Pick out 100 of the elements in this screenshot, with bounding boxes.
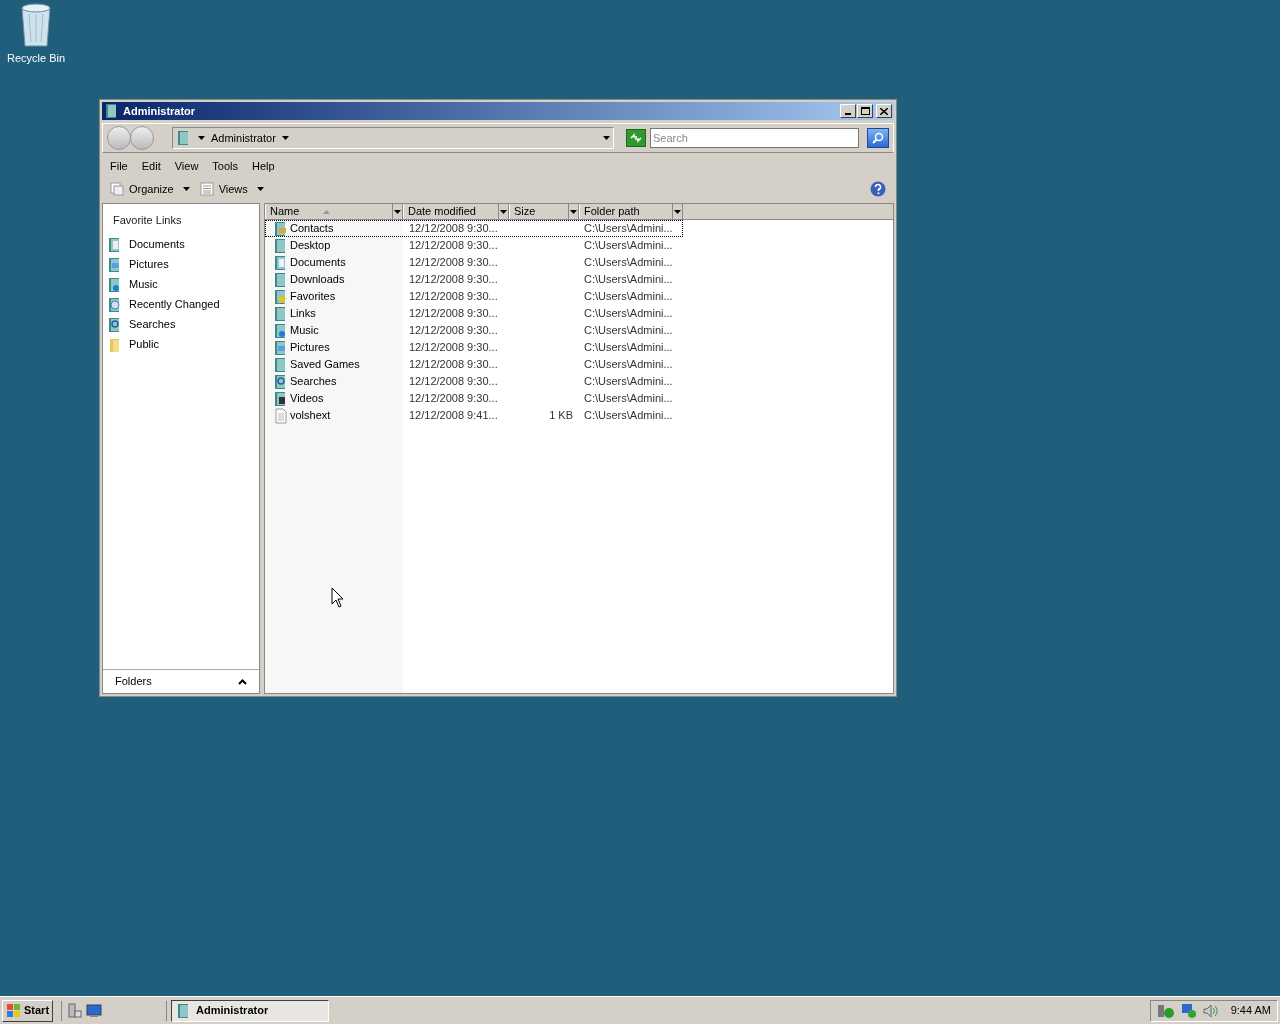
speaker-icon[interactable] — [1202, 1003, 1219, 1018]
date-cell-text: 12/12/2008 9:30... — [408, 374, 499, 390]
caret-icon — [674, 209, 681, 214]
windows-logo-icon — [6, 1002, 22, 1019]
file-row[interactable]: Videos 12/12/2008 9:30... C:\Users\Admini... — [265, 390, 683, 407]
caret-icon — [256, 187, 264, 191]
date-cell-text: 12/12/2008 9:30... — [408, 323, 499, 339]
menu-item[interactable]: View — [168, 157, 205, 175]
date-cell-text: 12/12/2008 9:30... — [408, 306, 499, 322]
refresh-button[interactable] — [626, 129, 646, 147]
file-name: volshext — [290, 408, 331, 424]
path-cell-text: C:\Users\Admini... — [583, 238, 674, 254]
toolbar-button[interactable]: Organize — [110, 180, 190, 198]
file-name: Desktop — [290, 238, 331, 254]
desktop-icon-label[interactable]: Recycle Bin — [6, 50, 66, 67]
file-name: Pictures — [290, 340, 330, 356]
favorite-link[interactable]: Public — [103, 334, 259, 355]
caret-icon — [603, 136, 610, 140]
favorite-link[interactable]: Searches — [103, 314, 259, 335]
help-icon[interactable] — [870, 181, 886, 197]
cursor-icon — [331, 587, 344, 608]
menu-item[interactable]: Help — [246, 157, 281, 175]
minimize-button[interactable] — [840, 104, 856, 118]
date-cell-text: 12/12/2008 9:30... — [408, 357, 499, 373]
favorite-link[interactable]: Recently Changed — [103, 294, 259, 315]
file-row[interactable]: Downloads 12/12/2008 9:30... C:\Users\Admini... — [265, 271, 683, 288]
column-header[interactable]: Size — [509, 204, 579, 219]
arrows-icon — [630, 133, 642, 143]
menu-item[interactable]: Edit — [135, 157, 167, 175]
sort-arrow-icon — [322, 209, 330, 214]
folders-bar[interactable]: Folders — [103, 669, 259, 693]
path-cell-text: C:\Users\Admini... — [583, 323, 674, 339]
path-cell-text: C:\Users\Admini... — [583, 340, 674, 356]
file-row[interactable]: Favorites 12/12/2008 9:30... C:\Users\Admini... — [265, 288, 683, 305]
pane-heading: Favorite Links — [112, 213, 183, 228]
search-icon — [872, 132, 884, 144]
file-name: Links — [290, 306, 316, 322]
column-header[interactable]: Date modified — [403, 204, 509, 219]
size-cell-text: 1 KB — [548, 408, 574, 424]
column-header[interactable]: Name — [265, 204, 403, 219]
path-cell-text: C:\Users\Admini... — [583, 255, 674, 271]
file-name: Videos — [290, 391, 324, 407]
caret-icon — [182, 187, 190, 191]
path-cell-text: C:\Users\Admini... — [583, 272, 674, 288]
date-cell-text: 12/12/2008 9:30... — [408, 221, 499, 237]
favorite-link[interactable]: Pictures — [103, 254, 259, 275]
path-cell-text: C:\Users\Admini... — [583, 306, 674, 322]
contact-card-icon — [273, 220, 289, 237]
network-icon[interactable] — [1180, 1002, 1197, 1019]
close-button[interactable] — [876, 104, 892, 118]
favorite-link[interactable]: Music — [103, 274, 259, 295]
caret-icon — [500, 209, 507, 214]
search-field[interactable]: Search — [650, 128, 859, 148]
caret-icon — [198, 136, 205, 140]
menu-item[interactable]: Tools — [206, 157, 245, 175]
file-row[interactable]: Documents 12/12/2008 9:30... C:\Users\Admini... — [265, 254, 683, 271]
date-cell-text: 12/12/2008 9:30... — [408, 289, 499, 305]
file-name: Downloads — [290, 272, 345, 288]
file-row[interactable]: volshext 12/12/2008 9:41... 1 KB C:\Users\Admini... — [265, 407, 683, 424]
chevron-up-icon — [238, 678, 247, 685]
file-name: Saved Games — [290, 357, 360, 373]
path-cell-text: C:\Users\Admini... — [583, 221, 674, 237]
server-icon[interactable] — [66, 1002, 83, 1019]
file-row[interactable]: Links 12/12/2008 9:30... C:\Users\Admini... — [265, 305, 683, 322]
list-view-icon — [199, 182, 214, 196]
file-name: Music — [290, 323, 319, 339]
close-icon — [880, 107, 888, 115]
favorite-link[interactable]: Documents — [103, 234, 259, 255]
maximize-button[interactable] — [857, 104, 873, 118]
address-path[interactable]: Administrator — [211, 129, 276, 147]
menu-item[interactable]: File — [104, 157, 134, 175]
file-row[interactable]: Pictures 12/12/2008 9:30... C:\Users\Admini... — [265, 339, 683, 356]
file-row[interactable]: Desktop 12/12/2008 9:30... C:\Users\Admini... — [265, 237, 683, 254]
file-row[interactable]: Contacts 12/12/2008 9:30... C:\Users\Admini... — [265, 220, 683, 237]
path-cell-text: C:\Users\Admini... — [583, 289, 674, 305]
caret-icon — [394, 209, 401, 214]
pages-icon — [110, 182, 124, 196]
file-name: Favorites — [290, 289, 336, 305]
path-cell-text: C:\Users\Admini... — [583, 408, 674, 424]
clock[interactable]: 9:44 AM — [1230, 1002, 1271, 1019]
date-cell-text: 12/12/2008 9:30... — [408, 272, 499, 288]
column-header[interactable]: Folder path — [579, 204, 683, 219]
address-bar[interactable]: Administrator — [172, 127, 614, 149]
taskbar-button[interactable]: Administrator — [171, 999, 330, 1022]
recycle-bin-icon[interactable] — [18, 2, 54, 48]
toolbar-button[interactable]: Views — [199, 180, 264, 198]
file-name: Contacts — [290, 221, 334, 237]
star-icon — [273, 288, 289, 305]
file-row[interactable]: Searches 12/12/2008 9:30... C:\Users\Admini... — [265, 373, 683, 390]
file-row[interactable]: Music 12/12/2008 9:30... C:\Users\Admini... — [265, 322, 683, 339]
path-cell-text: C:\Users\Admini... — [583, 374, 674, 390]
search-button[interactable] — [867, 128, 889, 148]
date-cell-text: 12/12/2008 9:41... — [408, 408, 499, 424]
start-button[interactable]: Start — [2, 999, 54, 1022]
file-row[interactable]: Saved Games 12/12/2008 9:30... C:\Users\Admini... — [265, 356, 683, 373]
file-name: Searches — [290, 374, 337, 390]
desktop-icon[interactable] — [86, 1003, 103, 1018]
file-icon — [273, 407, 289, 424]
caret-icon — [281, 136, 289, 140]
date-cell-text: 12/12/2008 9:30... — [408, 255, 499, 271]
